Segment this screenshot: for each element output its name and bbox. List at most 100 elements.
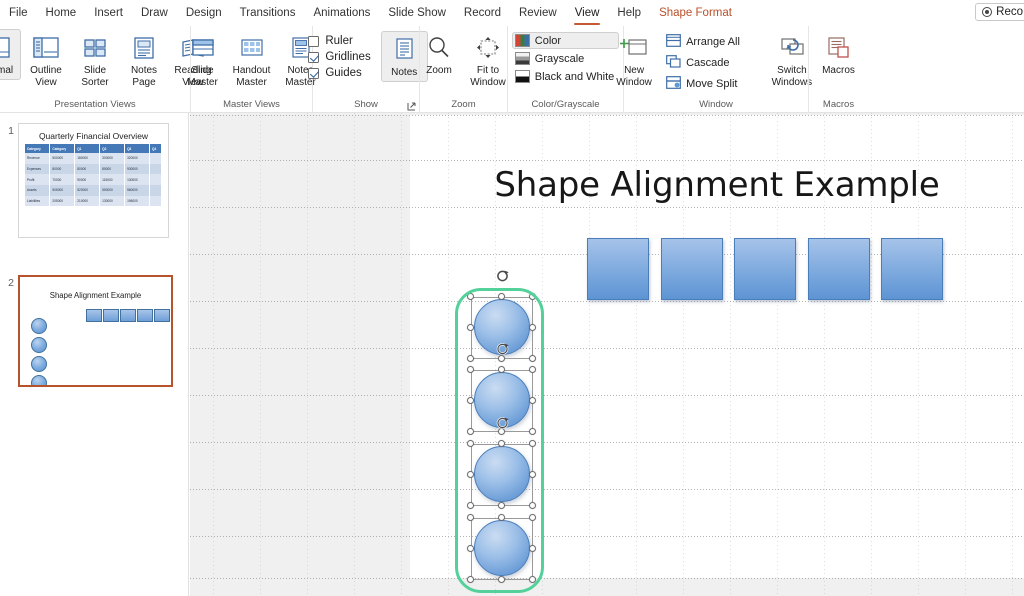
macros-button[interactable]: Macros [815, 29, 862, 80]
cell [149, 184, 162, 196]
cell: Liabilities [25, 195, 51, 207]
guides-checkbox-row[interactable]: Guides [304, 65, 374, 81]
cell: 520000 [74, 184, 101, 196]
selection-handle[interactable] [467, 355, 474, 362]
slide-master-button[interactable]: Slide Master [179, 29, 226, 91]
selection-handle[interactable] [529, 471, 536, 478]
selection-handle[interactable] [498, 514, 505, 521]
slide-title-text[interactable]: Shape Alignment Example [410, 165, 1024, 205]
ribbon-group-presentation-views: Normal Outline View [0, 26, 212, 112]
notes-page-label: Notes Page [130, 65, 158, 88]
shape-rectangle-1[interactable] [587, 238, 649, 300]
tab-review[interactable]: Review [510, 2, 566, 24]
new-window-button[interactable]: New Window [609, 29, 659, 91]
selection-handle[interactable] [529, 355, 536, 362]
selection-handle[interactable] [529, 293, 536, 300]
selection-handle[interactable] [498, 576, 505, 583]
gridline-major-h [190, 489, 1024, 490]
selection-handle[interactable] [529, 440, 536, 447]
th-q1: Q1 [74, 144, 101, 154]
selection-handle[interactable] [498, 366, 505, 373]
selection-handle[interactable] [467, 397, 474, 404]
selection-handle[interactable] [498, 502, 505, 509]
selection-handle[interactable] [467, 366, 474, 373]
show-dialog-launcher[interactable] [407, 102, 416, 111]
tab-record[interactable]: Record [455, 2, 510, 24]
selection-handle[interactable] [467, 545, 474, 552]
tab-home[interactable]: Home [37, 2, 86, 24]
selection-handle[interactable] [467, 440, 474, 447]
selection-handle[interactable] [529, 545, 536, 552]
tab-animations[interactable]: Animations [304, 2, 379, 24]
rotation-handle-circle-2[interactable] [495, 341, 510, 356]
ruler-checkbox[interactable] [308, 35, 320, 47]
selection-handle[interactable] [529, 514, 536, 521]
gridline-major-h [190, 301, 1024, 302]
gridlines-checkbox[interactable] [308, 51, 320, 63]
selection-handle[interactable] [529, 502, 536, 509]
outline-view-button[interactable]: Outline View [23, 29, 70, 91]
grayscale-option[interactable]: Grayscale [512, 50, 619, 67]
slide-thumbnail-2[interactable]: 2 Shape Alignment Example [0, 275, 173, 387]
gridlines-label: Gridlines [325, 51, 371, 63]
gridlines-checkbox-row[interactable]: Gridlines [304, 49, 374, 65]
selection-handle[interactable] [529, 324, 536, 331]
tab-insert[interactable]: Insert [85, 2, 132, 24]
slide-thumb-2-canvas[interactable]: Shape Alignment Example [18, 275, 173, 387]
zoom-button-label: Zoom [426, 65, 452, 76]
selection-handle[interactable] [529, 366, 536, 373]
selection-handle[interactable] [529, 428, 536, 435]
selection-handle[interactable] [467, 576, 474, 583]
fit-to-window-button[interactable]: Fit to Window [465, 29, 512, 91]
rotation-handle-circle-1[interactable] [495, 268, 510, 283]
selection-handle[interactable] [498, 355, 505, 362]
slide-sorter-button[interactable]: Slide Sorter [72, 29, 119, 91]
slide-thumb-1-canvas[interactable]: Quarterly Financial Overview Category Ca… [18, 123, 169, 238]
move-split-button[interactable]: Move Split [663, 74, 745, 94]
selection-handle[interactable] [529, 397, 536, 404]
selection-handle[interactable] [467, 428, 474, 435]
tab-slide-show[interactable]: Slide Show [379, 2, 455, 24]
rotation-handle-circle-3[interactable] [495, 415, 510, 430]
shape-rectangle-3[interactable] [734, 238, 796, 300]
black-and-white-option[interactable]: Black and White [512, 68, 619, 85]
arrange-all-button[interactable]: Arrange All [663, 32, 745, 52]
color-option[interactable]: Color [511, 32, 620, 49]
selection-handle[interactable] [467, 324, 474, 331]
selection-handle[interactable] [467, 293, 474, 300]
selection-handle[interactable] [529, 576, 536, 583]
tab-help[interactable]: Help [608, 2, 650, 24]
ruler-checkbox-row[interactable]: Ruler [304, 33, 374, 49]
slide-1-table: Category Category Q1 Q2 Q3 Q4 Revenue 50… [25, 144, 162, 207]
ribbon-group-color-grayscale: Color Grayscale Black and White Color/Gr… [507, 26, 623, 112]
tab-shape-format[interactable]: Shape Format [650, 2, 741, 24]
handout-master-button[interactable]: Handout Master [228, 29, 275, 91]
shape-rectangle-2[interactable] [661, 238, 723, 300]
selection-handle[interactable] [467, 514, 474, 521]
table-row: Profit 70000 90000 115000 130000 [25, 174, 162, 185]
selection-handle[interactable] [498, 440, 505, 447]
tab-design[interactable]: Design [177, 2, 231, 24]
shape-rectangle-4[interactable] [808, 238, 870, 300]
shape-rectangle-5[interactable] [881, 238, 943, 300]
guides-checkbox[interactable] [308, 67, 320, 79]
th-category-2: Category [49, 144, 76, 154]
normal-view-button[interactable]: Normal [0, 29, 21, 80]
tab-view[interactable]: View [566, 2, 609, 25]
selection-handle[interactable] [467, 502, 474, 509]
slide-thumbnail-1[interactable]: 1 Quarterly Financial Overview Category … [0, 123, 169, 238]
notes-page-button[interactable]: Notes Page [121, 29, 168, 91]
tab-file[interactable]: File [0, 2, 37, 24]
slide-editing-area[interactable]: Shape Alignment Example [190, 113, 1024, 596]
selection-handle[interactable] [498, 293, 505, 300]
cell [149, 195, 162, 207]
cascade-button[interactable]: Cascade [663, 53, 745, 73]
selection-handle[interactable] [467, 471, 474, 478]
zoom-button[interactable]: Zoom [416, 29, 463, 80]
tab-draw[interactable]: Draw [132, 2, 177, 24]
slide-thumbnail-panel[interactable]: 1 Quarterly Financial Overview Category … [0, 113, 189, 596]
tab-transitions[interactable]: Transitions [231, 2, 305, 24]
ribbon-group-macros: Macros Macros [808, 26, 868, 112]
record-button[interactable]: Reco [975, 3, 1024, 21]
switch-windows-icon [778, 33, 806, 63]
